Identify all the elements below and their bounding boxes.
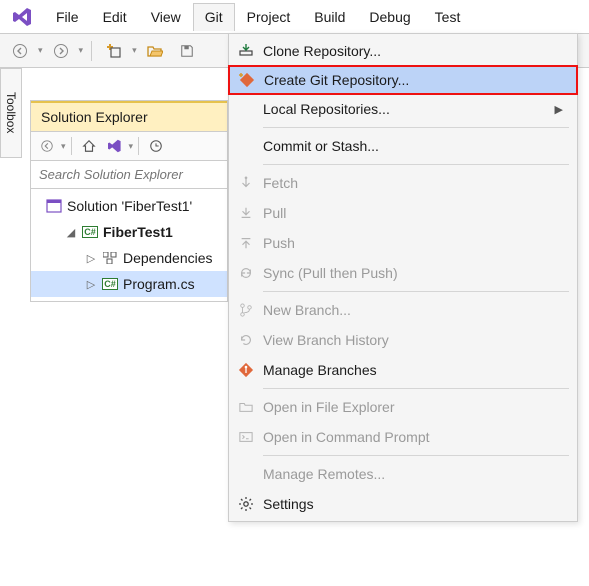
tree-dependencies-node[interactable]: ▷ Dependencies (31, 245, 227, 271)
menubar-item-edit[interactable]: Edit (91, 3, 139, 31)
menu-new-branch: New Branch... (229, 295, 577, 325)
terminal-icon (229, 430, 263, 444)
fetch-icon (229, 176, 263, 190)
menu-label: Open in Command Prompt (263, 429, 567, 445)
folder-icon (229, 400, 263, 414)
clone-icon (229, 43, 263, 59)
menubar: File Edit View Git Project Build Debug T… (0, 0, 589, 34)
panel-toolbar: ▾ ▾ (31, 131, 227, 161)
menubar-item-git[interactable]: Git (193, 3, 235, 31)
manage-branches-icon (229, 362, 263, 378)
tree-solution-node[interactable]: Solution 'FiberTest1' (31, 193, 227, 219)
git-menu-dropdown: Clone Repository... Create Git Repositor… (228, 33, 578, 522)
pull-icon (229, 206, 263, 220)
menu-label: Clone Repository... (263, 43, 567, 59)
menu-separator (263, 291, 569, 292)
menu-open-file-explorer: Open in File Explorer (229, 392, 577, 422)
menubar-item-view[interactable]: View (139, 3, 193, 31)
toolbox-tab[interactable]: Toolbox (0, 68, 22, 158)
menu-settings[interactable]: Settings (229, 489, 577, 519)
menu-clone-repository[interactable]: Clone Repository... (229, 36, 577, 66)
csharp-file-icon: C# (101, 276, 119, 292)
nav-back-icon[interactable] (35, 135, 59, 157)
history-icon[interactable] (144, 135, 168, 157)
tree-label: FiberTest1 (103, 224, 173, 240)
expander-icon[interactable]: ▷ (85, 278, 97, 291)
menu-local-repositories[interactable]: Local Repositories... ▶ (229, 94, 577, 124)
submenu-arrow-icon: ▶ (555, 103, 567, 116)
tree-label: Dependencies (123, 250, 213, 266)
menu-label: Local Repositories... (263, 101, 555, 117)
menu-separator (263, 455, 569, 456)
tree-label: Program.cs (123, 276, 195, 292)
nav-back-button[interactable] (6, 39, 34, 63)
solution-tree: Solution 'FiberTest1' ◢ C# FiberTest1 ▷ … (31, 189, 227, 301)
create-repo-icon (230, 72, 264, 88)
solution-search (31, 161, 227, 189)
menu-create-git-repository[interactable]: Create Git Repository... (229, 66, 577, 94)
new-item-button[interactable] (100, 39, 128, 63)
menu-label: Manage Branches (263, 362, 567, 378)
expander-icon[interactable]: ▷ (85, 252, 97, 265)
menu-label: Push (263, 235, 567, 251)
csharp-project-icon: C# (81, 224, 99, 240)
menubar-item-file[interactable]: File (44, 3, 91, 31)
menubar-item-test[interactable]: Test (423, 3, 473, 31)
menu-view-branch-history: View Branch History (229, 325, 577, 355)
menu-label: Settings (263, 496, 567, 512)
vs-logo-icon (12, 6, 34, 28)
menu-label: Commit or Stash... (263, 138, 567, 154)
sync-icon (229, 266, 263, 280)
menu-label: Open in File Explorer (263, 399, 567, 415)
menu-sync: Sync (Pull then Push) (229, 258, 577, 288)
menu-pull: Pull (229, 198, 577, 228)
menubar-item-project[interactable]: Project (235, 3, 303, 31)
open-button[interactable] (141, 39, 169, 63)
menu-label: Fetch (263, 175, 567, 191)
menu-label: View Branch History (263, 332, 567, 348)
save-button[interactable] (173, 39, 201, 63)
menu-fetch: Fetch (229, 168, 577, 198)
dependencies-icon (101, 250, 119, 266)
menu-open-command-prompt: Open in Command Prompt (229, 422, 577, 452)
menu-separator (263, 388, 569, 389)
menu-label: Create Git Repository... (264, 72, 566, 88)
tree-project-node[interactable]: ◢ C# FiberTest1 (31, 219, 227, 245)
menubar-item-debug[interactable]: Debug (357, 3, 422, 31)
menu-push: Push (229, 228, 577, 258)
menu-label: Pull (263, 205, 567, 221)
branch-icon (229, 303, 263, 317)
solution-explorer-panel: Solution Explorer ▾ ▾ Solution 'FiberTes… (30, 100, 228, 302)
menu-label: New Branch... (263, 302, 567, 318)
panel-title: Solution Explorer (31, 101, 227, 131)
push-icon (229, 236, 263, 250)
tree-file-node[interactable]: ▷ C# Program.cs (31, 271, 227, 297)
expander-icon[interactable]: ◢ (65, 226, 77, 239)
menu-separator (263, 127, 569, 128)
nav-forward-button[interactable] (47, 39, 75, 63)
menu-manage-branches[interactable]: Manage Branches (229, 355, 577, 385)
menu-commit-or-stash[interactable]: Commit or Stash... (229, 131, 577, 161)
tree-label: Solution 'FiberTest1' (67, 198, 192, 214)
home-icon[interactable] (77, 135, 101, 157)
menubar-item-build[interactable]: Build (302, 3, 357, 31)
menu-separator (263, 164, 569, 165)
vs-icon[interactable] (103, 135, 127, 157)
history-icon (229, 333, 263, 347)
menu-label: Manage Remotes... (263, 466, 567, 482)
gear-icon (229, 496, 263, 512)
solution-icon (45, 198, 63, 214)
menu-manage-remotes: Manage Remotes... (229, 459, 577, 489)
menu-label: Sync (Pull then Push) (263, 265, 567, 281)
solution-search-input[interactable] (39, 167, 219, 182)
